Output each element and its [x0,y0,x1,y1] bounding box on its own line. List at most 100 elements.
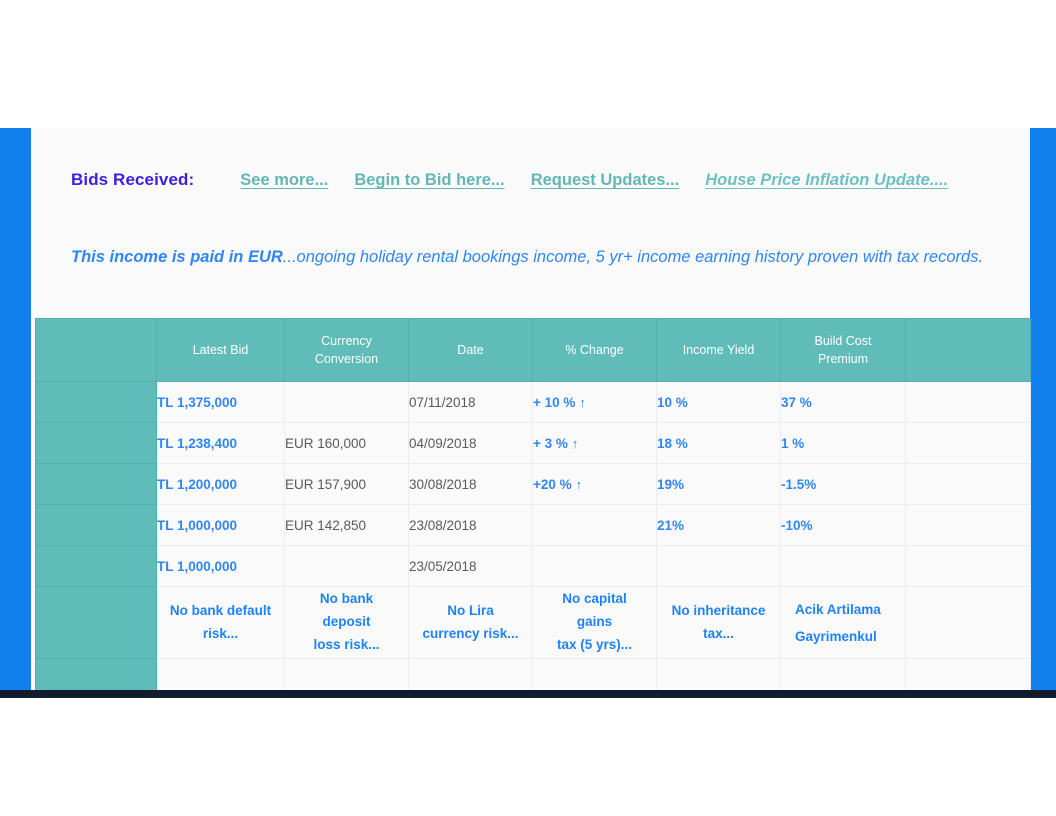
cell-currency-conversion [285,382,409,423]
note-extra [906,587,1031,659]
column-header-income-yield-label: Income Yield [683,343,755,357]
begin-to-bid-link[interactable]: Begin to Bid here... [354,171,504,190]
cell-date: 23/05/2018 [409,546,533,587]
bids-received-label: Bids Received: [71,170,194,190]
row-spacer-cell [36,464,157,505]
cell-pct-change: +20 % ↑ [533,464,657,505]
note-line-1: Acik Artilama [795,602,881,617]
cell-pct-change-value: +20 % [533,477,572,492]
column-header-build-cost-premium[interactable]: Build Cost Premium [781,319,906,382]
cell-date: 30/08/2018 [409,464,533,505]
cell-date: 23/08/2018 [409,505,533,546]
table-body: TL 1,375,000 07/11/2018 + 10 % ↑ 10 % 37 … [36,382,1031,697]
cell-build-cost-premium: 1 % [781,423,906,464]
column-header-build-cost-premium-line2: Premium [818,352,868,366]
cell-pct-change [533,546,657,587]
right-blue-rail [1030,128,1056,690]
cell-latest-bid: TL 1,000,000 [157,505,285,546]
bids-received-line: Bids Received: See more... Begin to Bid … [71,170,948,190]
row-spacer-cell [36,546,157,587]
cell-currency-conversion: EUR 142,850 [285,505,409,546]
column-header-date-label: Date [457,343,483,357]
cell-income-yield: 10 % [657,382,781,423]
cell-income-yield: 18 % [657,423,781,464]
cell-currency-conversion: EUR 157,900 [285,464,409,505]
cell-extra [906,505,1031,546]
note-line-2: currency risk... [422,626,518,641]
cell-build-cost-premium: -1.5% [781,464,906,505]
column-header-latest-bid[interactable]: Latest Bid [157,319,285,382]
row-spacer-cell [36,587,157,659]
note-line-2: risk... [203,626,238,641]
cell-build-cost-premium: 37 % [781,382,906,423]
table-header-row: Latest Bid Currency Conversion Date % Ch… [36,319,1031,382]
note-no-bank-deposit-loss-risk: No bank deposit loss risk... [285,587,409,659]
row-spacer-cell [36,382,157,423]
request-updates-link[interactable]: Request Updates... [531,171,680,190]
note-line-1: No capital gains [562,591,627,629]
cell-income-yield [657,546,781,587]
column-header-currency-conversion-line1: Currency [321,334,372,348]
note-acik-artilama-gayrimenkul: Acik Artilama Gayrimenkul [781,587,906,659]
table-row: TL 1,200,000 EUR 157,900 30/08/2018 +20 … [36,464,1031,505]
note-line-2: loss risk... [313,637,379,652]
cell-latest-bid: TL 1,000,000 [157,546,285,587]
house-price-inflation-update-link[interactable]: House Price Inflation Update.... [705,171,948,190]
cell-extra [906,423,1031,464]
table-notes-row: No bank default risk... No bank deposit … [36,587,1031,659]
table-row: TL 1,000,000 EUR 142,850 23/08/2018 21% … [36,505,1031,546]
cell-extra [906,382,1031,423]
column-header-date[interactable]: Date [409,319,533,382]
note-no-inheritance-tax: No inheritance tax... [657,587,781,659]
note-line-1: No inheritance [672,603,766,618]
income-note-strong: This income is paid in EUR [71,248,283,266]
note-no-bank-default-risk: No bank default risk... [157,587,285,659]
column-header-pct-change-label: % Change [565,343,623,357]
column-header-build-cost-premium-line1: Build Cost [815,334,872,348]
up-arrow-icon: ↑ [576,477,583,492]
cell-pct-change: + 10 % ↑ [533,382,657,423]
column-header-income-yield[interactable]: Income Yield [657,319,781,382]
left-blue-rail [0,128,31,690]
row-spacer-cell [36,423,157,464]
row-spacer-cell [36,505,157,546]
footer-bar [0,690,1056,698]
bids-table: Latest Bid Currency Conversion Date % Ch… [35,318,1031,697]
cell-date: 04/09/2018 [409,423,533,464]
cell-income-yield: 21% [657,505,781,546]
see-more-link[interactable]: See more... [240,171,328,190]
note-line-2: tax (5 yrs)... [557,637,632,652]
cell-income-yield: 19% [657,464,781,505]
cell-pct-change-value: + 10 % [533,395,575,410]
cell-build-cost-premium: -10% [781,505,906,546]
cell-pct-change: + 3 % ↑ [533,423,657,464]
up-arrow-icon: ↑ [579,395,586,410]
table-header: Latest Bid Currency Conversion Date % Ch… [36,319,1031,382]
income-note-rest: ...ongoing holiday rental bookings incom… [283,248,983,266]
page-root: Bids Received: See more... Begin to Bid … [0,0,1056,816]
note-line-1: No Lira [447,603,494,618]
column-header-spacer [36,319,157,382]
intro-block: Bids Received: See more... Begin to Bid … [31,128,1030,318]
cell-currency-conversion: EUR 160,000 [285,423,409,464]
column-header-latest-bid-label: Latest Bid [193,343,249,357]
column-header-pct-change[interactable]: % Change [533,319,657,382]
note-no-capital-gains-tax: No capital gains tax (5 yrs)... [533,587,657,659]
note-line-2: Gayrimenkul [795,629,877,644]
cell-latest-bid: TL 1,200,000 [157,464,285,505]
cell-latest-bid: TL 1,375,000 [157,382,285,423]
content-panel: Bids Received: See more... Begin to Bid … [31,128,1030,690]
cell-currency-conversion [285,546,409,587]
cell-pct-change [533,505,657,546]
column-header-currency-conversion[interactable]: Currency Conversion [285,319,409,382]
up-arrow-icon: ↑ [572,436,579,451]
cell-date: 07/11/2018 [409,382,533,423]
cell-build-cost-premium [781,546,906,587]
cell-pct-change-value: + 3 % [533,436,568,451]
note-no-lira-currency-risk: No Lira currency risk... [409,587,533,659]
cell-extra [906,464,1031,505]
note-line-1: No bank default [170,603,271,618]
note-line-1: No bank deposit [320,591,373,629]
column-header-extra [906,319,1031,382]
column-header-currency-conversion-line2: Conversion [315,352,378,366]
